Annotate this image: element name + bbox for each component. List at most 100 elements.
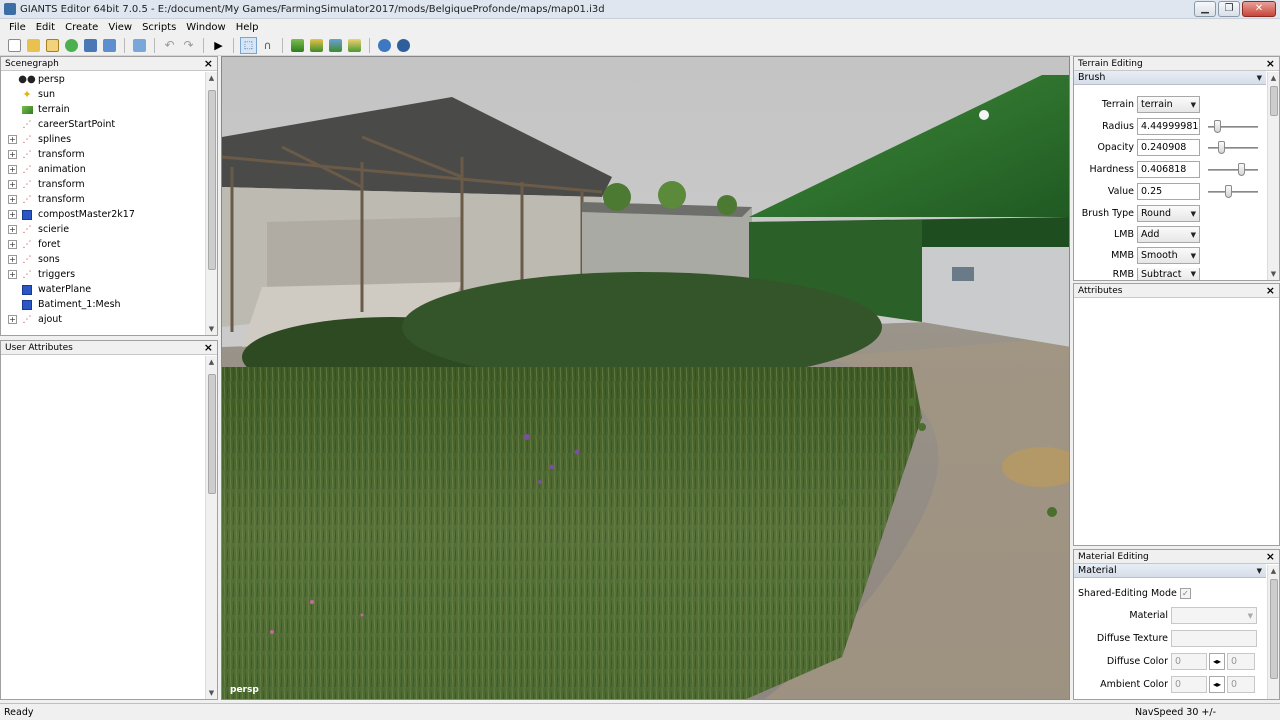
brush-type-select[interactable]: Round ▼ <box>1137 205 1200 222</box>
slider-handle[interactable] <box>1218 141 1226 154</box>
edit-button[interactable] <box>44 37 61 54</box>
rmb-select[interactable]: Subtract ▼ <box>1137 268 1200 280</box>
expand-icon[interactable]: + <box>8 180 17 189</box>
lmb-select[interactable]: Add ▼ <box>1137 226 1200 243</box>
menu-file[interactable]: File <box>4 22 31 33</box>
expand-icon[interactable]: + <box>8 135 17 144</box>
value-slider[interactable] <box>1208 185 1258 199</box>
scroll-up-icon[interactable]: ▲ <box>206 72 217 84</box>
radius-slider[interactable] <box>1208 120 1258 134</box>
opacity-slider[interactable] <box>1208 141 1258 155</box>
expand-icon[interactable]: + <box>8 165 17 174</box>
scenegraph-item[interactable]: + ⋰ transform <box>1 177 204 192</box>
diffuse-color-field-2[interactable]: 0 <box>1227 653 1255 670</box>
scroll-thumb[interactable] <box>1270 579 1278 679</box>
redo-button[interactable]: ↷ <box>180 37 197 54</box>
scroll-down-icon[interactable]: ▼ <box>206 687 217 699</box>
scenegraph-item[interactable]: + ⋰ triggers <box>1 267 204 282</box>
ambient-color-field-2[interactable]: 0 <box>1227 676 1255 693</box>
scroll-up-icon[interactable]: ▲ <box>1268 565 1279 577</box>
expand-icon[interactable]: + <box>8 150 17 159</box>
scroll-thumb[interactable] <box>1270 86 1278 116</box>
terrain-sculpt-button[interactable] <box>289 37 306 54</box>
slider-handle[interactable] <box>1214 120 1222 133</box>
expand-icon[interactable]: + <box>8 210 17 219</box>
menu-view[interactable]: View <box>103 22 137 33</box>
material-section-header[interactable]: Material ▼ <box>1074 564 1266 578</box>
select-tool-button[interactable]: ⬚ <box>240 36 257 54</box>
diffuse-color-field[interactable]: 0 <box>1171 653 1207 670</box>
open-button[interactable] <box>25 37 42 54</box>
3d-viewport[interactable]: persp <box>221 56 1070 700</box>
scroll-thumb[interactable] <box>208 90 216 270</box>
close-terrain-editing-icon[interactable]: × <box>1266 58 1275 69</box>
scenegraph-item[interactable]: ⋰ careerStartPoint <box>1 117 204 132</box>
scenegraph-item[interactable]: + ⋰ ajout <box>1 312 204 327</box>
scenegraph-item[interactable]: + ⋰ sons <box>1 252 204 267</box>
close-button[interactable]: ✕ <box>1242 1 1276 17</box>
opacity-field[interactable]: 0.240908 <box>1137 139 1200 156</box>
diffuse-color-stepper[interactable]: ◂▸ <box>1209 653 1225 670</box>
scenegraph-item[interactable]: + ⋰ scierie <box>1 222 204 237</box>
radius-field[interactable]: 4.44999981 <box>1137 118 1200 135</box>
brush-section-header[interactable]: Brush ▼ <box>1074 71 1266 85</box>
reload-button[interactable] <box>63 37 80 54</box>
undo-button[interactable]: ↶ <box>161 37 178 54</box>
expand-icon[interactable]: + <box>8 270 17 279</box>
maximize-button[interactable]: ❐ <box>1218 1 1240 17</box>
material-editing-scrollbar[interactable]: ▲ <box>1267 565 1279 699</box>
terrain-editing-scrollbar[interactable]: ▲ ▼ <box>1267 72 1279 280</box>
scroll-up-icon[interactable]: ▲ <box>206 356 217 368</box>
foliage-paint-button[interactable] <box>327 37 344 54</box>
menu-help[interactable]: Help <box>231 22 264 33</box>
minimize-button[interactable]: ▁ <box>1194 1 1216 17</box>
snap-button[interactable]: ∩ <box>259 37 276 54</box>
scenegraph-item[interactable]: waterPlane <box>1 282 204 297</box>
world-button[interactable] <box>376 37 393 54</box>
scenegraph-item[interactable]: + ⋰ splines <box>1 132 204 147</box>
user-attributes-scrollbar[interactable]: ▲ ▼ <box>205 356 217 699</box>
scenegraph-item[interactable]: terrain <box>1 102 204 117</box>
close-user-attributes-icon[interactable]: × <box>204 342 213 353</box>
terrain-select[interactable]: terrain ▼ <box>1137 96 1200 113</box>
value-field[interactable]: 0.25 <box>1137 183 1200 200</box>
import-button[interactable] <box>131 37 148 54</box>
scenegraph-item[interactable]: + ⋰ transform <box>1 192 204 207</box>
ambient-color-field[interactable]: 0 <box>1171 676 1207 693</box>
expand-icon[interactable]: + <box>8 225 17 234</box>
scenegraph-item[interactable]: ●● persp <box>1 72 204 87</box>
scroll-down-icon[interactable]: ▼ <box>206 323 217 335</box>
close-scenegraph-icon[interactable]: × <box>204 58 213 69</box>
save-button[interactable] <box>82 37 99 54</box>
diffuse-texture-field[interactable] <box>1171 630 1257 647</box>
scenegraph-scrollbar[interactable]: ▲ ▼ <box>205 72 217 335</box>
material-select[interactable]: ▼ <box>1171 607 1257 624</box>
menu-window[interactable]: Window <box>181 22 230 33</box>
scenegraph-item[interactable]: Batiment_1:Mesh <box>1 297 204 312</box>
scroll-thumb[interactable] <box>208 374 216 494</box>
placement-button[interactable] <box>346 37 363 54</box>
expand-icon[interactable]: + <box>8 255 17 264</box>
new-file-button[interactable] <box>6 37 23 54</box>
world-settings-button[interactable] <box>395 37 412 54</box>
save-as-button[interactable] <box>101 37 118 54</box>
scenegraph-item[interactable]: ✦ sun <box>1 87 204 102</box>
menu-create[interactable]: Create <box>60 22 103 33</box>
menu-scripts[interactable]: Scripts <box>137 22 181 33</box>
close-attributes-icon[interactable]: × <box>1266 285 1275 296</box>
scroll-down-icon[interactable]: ▼ <box>1268 268 1279 280</box>
play-button[interactable]: ▶ <box>210 37 227 54</box>
mmb-select[interactable]: Smooth ▼ <box>1137 247 1200 264</box>
hardness-slider[interactable] <box>1208 163 1258 177</box>
scenegraph-item[interactable]: + ⋰ animation <box>1 162 204 177</box>
scenegraph-item[interactable]: + compostMaster2k17 <box>1 207 204 222</box>
ambient-color-stepper[interactable]: ◂▸ <box>1209 676 1225 693</box>
expand-icon[interactable]: + <box>8 315 17 324</box>
shared-editing-checkbox[interactable]: ✓ <box>1179 588 1191 599</box>
terrain-paint-button[interactable] <box>308 37 325 54</box>
close-material-editing-icon[interactable]: × <box>1266 551 1275 562</box>
slider-handle[interactable] <box>1225 185 1233 198</box>
scenegraph-item[interactable]: + ⋰ transform <box>1 147 204 162</box>
hardness-field[interactable]: 0.406818 <box>1137 161 1200 178</box>
scenegraph-item[interactable]: + ⋰ foret <box>1 237 204 252</box>
